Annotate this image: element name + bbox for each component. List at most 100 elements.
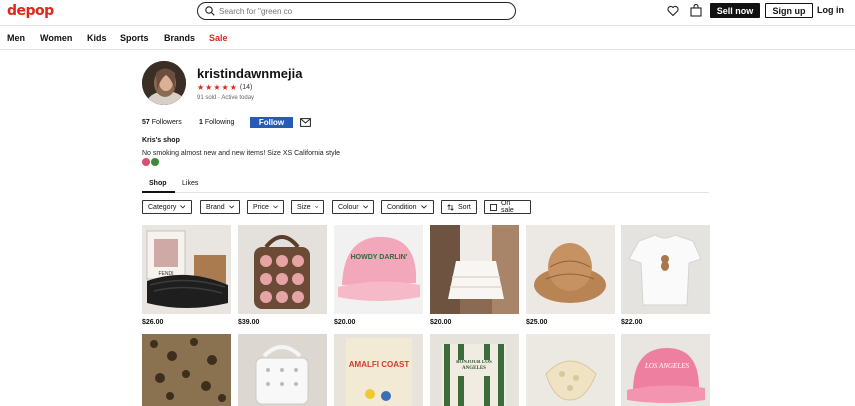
sort-icon [447, 203, 454, 211]
filter-colour[interactable]: Colour [332, 200, 374, 214]
star-icon: ★ [197, 83, 205, 92]
product-price: $20.00 [430, 319, 452, 326]
filter-label: Size [297, 203, 311, 211]
product-card[interactable]: HOWDY DARLIN' $20.00 [334, 225, 423, 326]
followers-link[interactable]: 57 Followers [142, 119, 182, 126]
star-icon: ★ [221, 83, 229, 92]
product-card[interactable]: $25.00 [526, 225, 615, 326]
bag-icon[interactable] [690, 4, 702, 17]
product-card[interactable]: $20.00 [430, 225, 519, 326]
category-nav: Men Women Kids Sports Brands Sale [0, 25, 855, 50]
chevron-down-icon [180, 205, 186, 209]
product-card[interactable]: $22.00 [621, 225, 710, 326]
filter-label: Colour [338, 203, 359, 211]
product-image[interactable] [621, 225, 710, 314]
product-card[interactable] [238, 334, 327, 406]
username: kristindawnmejia [197, 66, 303, 81]
chevron-down-icon [273, 205, 278, 209]
product-image[interactable] [142, 334, 231, 406]
filter-label: Price [253, 203, 269, 211]
log-in-link[interactable]: Log in [817, 5, 844, 15]
following-count: 1 [199, 119, 203, 126]
filter-condition[interactable]: Condition [381, 200, 434, 214]
chevron-down-icon [420, 205, 427, 209]
product-card[interactable]: LOS ANGELES [621, 334, 710, 406]
product-image[interactable] [526, 225, 615, 314]
nav-item-sports[interactable]: Sports [120, 33, 149, 43]
product-image[interactable] [430, 225, 519, 314]
bio-emoji [142, 158, 159, 166]
product-card[interactable] [142, 334, 231, 406]
nav-item-brands[interactable]: Brands [164, 33, 195, 43]
star-icon: ★ [213, 83, 221, 92]
product-price: $26.00 [142, 319, 164, 326]
product-image[interactable] [526, 334, 615, 406]
rating-count: (14) [239, 84, 253, 91]
product-card[interactable] [526, 334, 615, 406]
product-image[interactable] [238, 225, 327, 314]
filter-category[interactable]: Category [142, 200, 192, 214]
search-icon [205, 6, 215, 16]
product-image[interactable]: BONJOUR LOS ANGELES [430, 334, 519, 406]
filter-price[interactable]: Price [247, 200, 284, 214]
product-price: $22.00 [621, 319, 643, 326]
chevron-down-icon [362, 205, 368, 209]
product-image[interactable]: FENDI [142, 225, 231, 314]
chevron-down-icon [314, 205, 318, 208]
tab-likes[interactable]: Likes [182, 180, 198, 187]
shop-bio: No smoking almost new and new items! Siz… [142, 150, 341, 157]
product-image[interactable]: LOS ANGELES [621, 334, 710, 406]
search-input[interactable] [219, 6, 509, 16]
product-image[interactable]: HOWDY DARLIN' [334, 225, 423, 314]
product-card[interactable]: BONJOUR LOS ANGELES [430, 334, 519, 406]
following-link[interactable]: 1 Following [199, 119, 234, 126]
heart-icon[interactable] [667, 5, 679, 17]
mail-icon[interactable] [300, 118, 311, 127]
product-image[interactable]: AMALFI COAST [334, 334, 423, 406]
product-image[interactable] [238, 334, 327, 406]
tab-shop[interactable]: Shop [149, 180, 167, 187]
chevron-down-icon [228, 205, 234, 209]
product-price: $39.00 [238, 319, 260, 326]
filter-label: Brand [206, 203, 225, 211]
on-sale-checkbox[interactable] [490, 203, 497, 211]
product-image-text: HOWDY DARLIN' [350, 254, 408, 261]
nav-item-women[interactable]: Women [40, 33, 72, 43]
on-sale-label: On sale [500, 200, 514, 214]
product-image-text: LOS ANGELES [644, 362, 690, 370]
shop-name: Kris's shop [142, 137, 180, 144]
shop-tabs: Shop Likes [142, 177, 709, 193]
follow-button[interactable]: Follow [250, 117, 293, 128]
sign-up-button[interactable]: Sign up [765, 3, 813, 18]
product-price: $25.00 [526, 319, 548, 326]
avatar [142, 61, 186, 105]
rating[interactable]: ★ ★ ★ ★ ★ (14) [197, 83, 252, 92]
star-icon: ★ [229, 83, 237, 92]
followers-count: 57 [142, 119, 150, 126]
product-price: $20.00 [334, 319, 356, 326]
seller-meta: 91 sold · Active today [197, 95, 255, 101]
nav-item-kids[interactable]: Kids [87, 33, 107, 43]
search-bar[interactable] [197, 2, 516, 20]
product-card[interactable]: $39.00 [238, 225, 327, 326]
rose-emoji-icon [142, 158, 150, 166]
following-label: Following [204, 119, 235, 126]
product-image-text: AMALFI COAST [348, 360, 410, 369]
followers-label: Followers [151, 119, 182, 126]
product-image-text: BONJOUR LOS ANGELES [456, 360, 492, 371]
product-card[interactable]: AMALFI COAST [334, 334, 423, 406]
filter-label: Condition [387, 203, 417, 211]
on-sale-toggle[interactable]: On sale [484, 200, 531, 214]
nav-item-sale[interactable]: Sale [209, 33, 228, 43]
star-icon: ★ [205, 83, 213, 92]
depop-logo[interactable]: depop [7, 3, 54, 19]
filter-label: Category [148, 203, 177, 211]
filter-size[interactable]: Size [291, 200, 324, 214]
clover-emoji-icon [151, 158, 159, 166]
product-card[interactable]: FENDI $26.00 [142, 225, 231, 326]
sort-button[interactable]: Sort [441, 200, 477, 214]
sell-now-button[interactable]: Sell now [710, 3, 760, 18]
active-tab-indicator [142, 191, 175, 193]
nav-item-men[interactable]: Men [7, 33, 25, 43]
filter-brand[interactable]: Brand [200, 200, 240, 214]
